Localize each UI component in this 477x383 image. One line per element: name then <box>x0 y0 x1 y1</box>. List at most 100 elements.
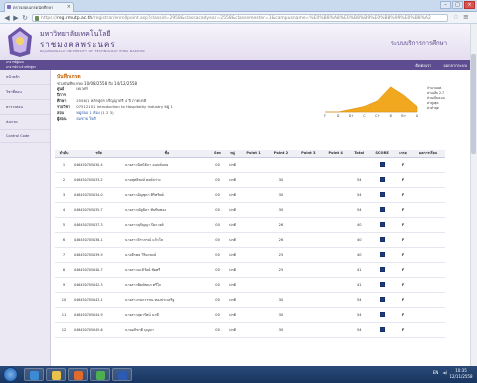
row-grade: F <box>395 187 412 203</box>
row-checkbox[interactable] <box>379 237 385 243</box>
favicon-icon <box>7 5 11 9</box>
row-point4 <box>322 292 350 308</box>
sidebar-item-control-code[interactable]: Control Code <box>0 130 50 143</box>
row-no: 10 <box>55 292 74 308</box>
row-checkbox[interactable] <box>379 192 385 198</box>
row-point2: 30 <box>267 187 295 203</box>
tab-title: ตรวจสอบเกรดนักศึกษา <box>13 5 54 10</box>
bookmark-star-icon[interactable]: ☆ <box>453 13 459 21</box>
maximize-button[interactable]: □ <box>452 1 463 9</box>
grades-table-body: 1 046450705030-4 นางสาวนิลนิธิภา อนนท์แพง 0… <box>55 157 445 338</box>
row-sec: 00 <box>209 232 226 248</box>
start-button[interactable] <box>3 367 18 382</box>
taskbar-clock[interactable]: 10:35 12/11/2558 <box>448 368 474 379</box>
sidebar-item-courses[interactable]: วิชาที่สอน <box>0 85 50 100</box>
row-no: 12 <box>55 322 74 338</box>
row-point1 <box>239 292 268 308</box>
row-student-name: นายสุทธิพงษ์ พงษ์สว่าง <box>124 172 210 188</box>
row-student-name: นายธีรพล วิริยะพงษ์ <box>124 247 210 263</box>
back-button[interactable]: ◀ <box>3 14 11 22</box>
logout-link[interactable]: ออกจากระบบ <box>443 62 467 69</box>
page-scrollbar[interactable] <box>470 24 477 366</box>
system-name: ระบบบริการการศึกษา <box>390 40 447 47</box>
row-checkbox[interactable] <box>379 207 385 213</box>
ie-taskbar-button[interactable] <box>24 368 44 381</box>
browser-menu-icon[interactable]: ≡ <box>463 14 471 22</box>
chart-x-tick-label: B <box>390 114 392 118</box>
instructor-link[interactable]: สมชาย ใจดี <box>76 116 96 121</box>
row-no: 7 <box>55 247 74 263</box>
row-score-checkbox-cell <box>369 232 396 248</box>
row-checkbox[interactable] <box>379 282 385 288</box>
row-student-name: นางสาวกนกวรรณ ทองประเสริฐ <box>124 292 210 308</box>
row-group: ปกติ <box>225 232 240 248</box>
reload-button[interactable]: ↻ <box>21 14 29 22</box>
row-total: 40 <box>349 217 370 233</box>
chrome-icon <box>96 371 105 380</box>
sidebar: หน้าหลัก วิชาที่สอน ตารางสอน ส่งเกรด Con… <box>0 70 51 366</box>
col-result: ผลการเรียน <box>411 150 445 158</box>
volume-icon[interactable]: ◄) <box>442 370 447 375</box>
sidebar-item-submit-grades[interactable]: ส่งเกรด <box>0 115 50 130</box>
forward-button[interactable]: ▶ <box>12 14 20 22</box>
row-sec: 00 <box>209 202 226 218</box>
window-controls: – □ × <box>440 1 475 9</box>
row-student-name: นางสาวพิมพ์ชนก ศรีใจ <box>124 277 210 293</box>
address-bar[interactable]: https://reg.rmutp.ac.th/registrar/enroll… <box>32 14 448 22</box>
row-no: 4 <box>55 202 74 218</box>
row-checkbox[interactable] <box>379 177 385 183</box>
row-checkbox[interactable] <box>379 327 385 333</box>
row-student-id: 046450705030-4 <box>73 157 125 173</box>
row-group: ปกติ <box>225 187 240 203</box>
explorer-taskbar-button[interactable] <box>46 368 66 381</box>
row-checkbox[interactable] <box>379 222 385 228</box>
sidebar-item-schedule[interactable]: ตารางสอน <box>0 100 50 115</box>
row-sec: 00 <box>209 277 226 293</box>
row-checkbox[interactable] <box>379 312 385 318</box>
row-point2: 30 <box>267 292 295 308</box>
stat-line: ค่าต่ำสุด <box>427 106 439 110</box>
grade-stats: จำนวนนศ. ค่าเฉลี่ย 2.7 ส่วนเบี่ยงเบน ค่า… <box>427 86 471 111</box>
row-checkbox[interactable] <box>379 297 385 303</box>
university-logo-icon <box>8 27 32 57</box>
scrollbar-thumb[interactable] <box>471 54 476 154</box>
row-student-id: 046450705040-7 <box>73 262 125 278</box>
row-point3 <box>294 217 322 233</box>
page-viewport: มหาวิทยาลัยเทคโนโลยี ราชมงคลพระนคร RAJAM… <box>0 24 477 366</box>
media-taskbar-button[interactable] <box>68 368 88 381</box>
row-student-name: นางสาวอัญชุดา ศิริทรัพย์ <box>124 187 210 203</box>
row-no: 2 <box>55 172 74 188</box>
row-grade: F <box>395 202 412 218</box>
exam-room-link[interactable]: หมู่สอบ 1 ห้อง <box>76 110 99 115</box>
sidebar-item-home[interactable]: หน้าหลัก <box>0 70 50 85</box>
row-total: 40 <box>349 247 370 263</box>
row-point2 <box>267 277 295 293</box>
table-row: 5 046450705037-3 นางสาวสุกัญญา ปิยะวงศ์ 00 ป… <box>55 217 445 233</box>
row-point1 <box>239 307 268 323</box>
row-no: 8 <box>55 262 74 278</box>
row-checkbox[interactable] <box>379 267 385 273</box>
row-total: 54 <box>349 292 370 308</box>
word-taskbar-button[interactable] <box>112 368 132 381</box>
row-sec: 00 <box>209 247 226 263</box>
row-checkbox[interactable] <box>379 162 385 168</box>
row-point2: 30 <box>267 202 295 218</box>
windows-taskbar: EN ◄) 10:35 12/11/2558 <box>0 366 477 383</box>
row-checkbox[interactable] <box>379 252 385 258</box>
minimize-button[interactable]: – <box>440 1 451 9</box>
close-tab-icon[interactable]: × <box>67 3 71 12</box>
row-point2: 30 <box>267 307 295 323</box>
chrome-taskbar-button[interactable] <box>90 368 110 381</box>
table-row: 12 046450705045-6 นายอภิชาติ บุญมา 00 ปกติ 30… <box>55 322 445 338</box>
row-student-id: 046450705037-3 <box>73 217 125 233</box>
contact-link[interactable]: ติดต่อเรา <box>415 62 431 69</box>
row-sec: 00 <box>209 157 226 173</box>
row-point2: 30 <box>267 172 295 188</box>
language-indicator[interactable]: EN <box>433 370 439 375</box>
close-window-button[interactable]: × <box>464 1 475 9</box>
browser-tab[interactable]: ตรวจสอบเกรดนักศึกษา × <box>4 2 74 12</box>
row-point3 <box>294 247 322 263</box>
col-group: หมู่ <box>225 150 240 158</box>
row-point3 <box>294 157 322 173</box>
info-instructor: ผู้สอน สมชาย ใจดี <box>57 116 96 121</box>
